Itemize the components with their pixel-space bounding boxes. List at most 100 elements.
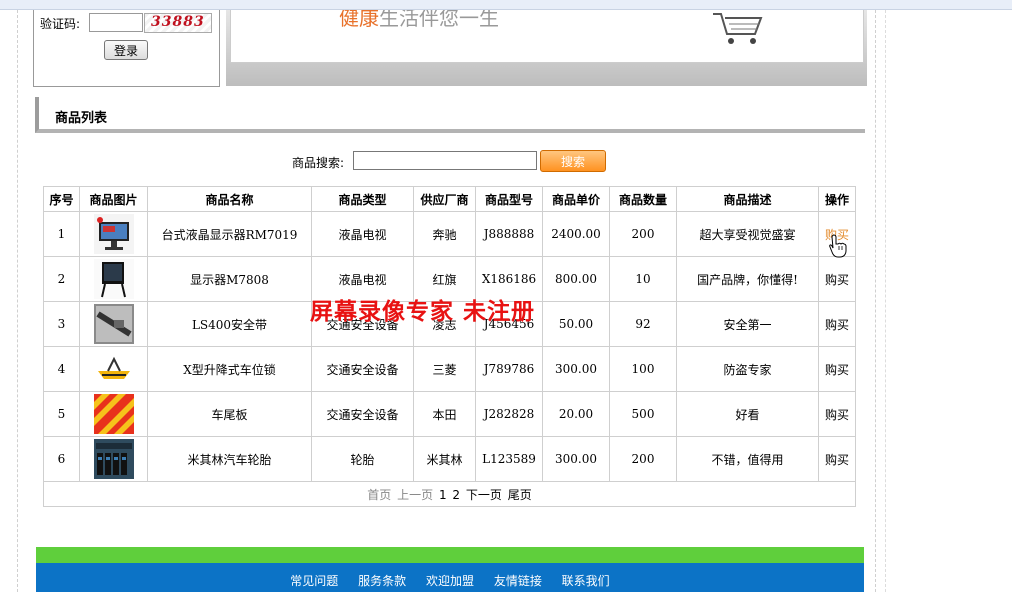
cell-vendor: 本田 (413, 391, 476, 437)
cell-name: LS400安全带 (147, 301, 312, 347)
pager-page-2[interactable]: 2 (452, 488, 460, 502)
cell-vendor: 米其林 (413, 436, 476, 482)
cell-op: 购买 (818, 256, 856, 302)
monitor-image[interactable] (93, 214, 134, 254)
buy-link[interactable]: 购买 (825, 453, 849, 467)
display-image[interactable] (93, 259, 134, 299)
buy-link[interactable]: 购买 (825, 363, 849, 377)
watermark-text: 屏幕录像专家 未注册 (310, 298, 536, 325)
cell-name: 显示器M7808 (147, 256, 312, 302)
cell-desc: 安全第一 (676, 301, 819, 347)
captcha-code: 33883 (151, 14, 205, 30)
page-border-left (17, 10, 18, 592)
cell-model: J789786 (475, 346, 543, 392)
col-header-name: 商品名称 (147, 186, 312, 212)
login-button[interactable]: 登录 (104, 40, 148, 60)
cell-type: 交通安全设备 (311, 391, 414, 437)
cell-op: 购买 (818, 301, 856, 347)
col-header-model: 商品型号 (475, 186, 543, 212)
pager-page-1: 1 (438, 487, 447, 502)
pager: 首页 上一页 1 2 下一页 尾页 (43, 481, 856, 507)
table-row: 1 台式液晶显示器RM7019 液晶电视 奔驰 J888888 2400.00 … (43, 211, 856, 257)
captcha-label: 验证码: (40, 17, 81, 31)
cell-price: 20.00 (542, 391, 610, 437)
cell-type: 液晶电视 (311, 211, 414, 257)
captcha-image[interactable]: 33883 (144, 13, 212, 33)
footer-link-friends[interactable]: 友情链接 (494, 574, 542, 588)
cell-model: L123589 (475, 436, 543, 482)
tire-image[interactable] (93, 439, 134, 479)
cell-no: 5 (43, 391, 80, 437)
pager-first[interactable]: 首页 (367, 488, 391, 502)
footer-link-faq[interactable]: 常见问题 (290, 574, 338, 588)
cell-image (79, 346, 148, 392)
parking-lock-image[interactable] (93, 349, 134, 389)
cell-no: 2 (43, 256, 80, 302)
cell-desc: 不错，值得用 (676, 436, 819, 482)
search-input[interactable] (353, 151, 537, 170)
cell-image (79, 436, 148, 482)
cell-vendor: 三菱 (413, 346, 476, 392)
login-panel: 验证码: 33883 登录 (33, 10, 220, 87)
cell-qty: 92 (609, 301, 677, 347)
cell-name: 米其林汽车轮胎 (147, 436, 312, 482)
cell-price: 300.00 (542, 436, 610, 482)
cell-price: 2400.00 (542, 211, 610, 257)
search-button[interactable]: 搜索 (540, 150, 606, 172)
captcha-input[interactable] (89, 13, 143, 32)
browser-top-strip (0, 0, 1012, 10)
cell-vendor: 奔驰 (413, 211, 476, 257)
cell-qty: 500 (609, 391, 677, 437)
rear-plate-image[interactable] (93, 394, 134, 434)
cell-image (79, 391, 148, 437)
pager-last[interactable]: 尾页 (508, 488, 532, 502)
footer-link-contact[interactable]: 联系我们 (562, 574, 610, 588)
section-title: 商品列表 (55, 111, 108, 126)
pager-row: 首页 上一页 1 2 下一页 尾页 (43, 481, 856, 507)
section-header: 商品列表 (35, 97, 865, 133)
page-border-right (875, 10, 876, 592)
cell-no: 6 (43, 436, 80, 482)
cell-price: 50.00 (542, 301, 610, 347)
table-row: 6 米其林汽车轮胎 轮胎 米其林 L123589 300.00 200 不错，值… (43, 436, 856, 482)
hand-cursor-icon (829, 234, 847, 258)
cell-no: 4 (43, 346, 80, 392)
cell-desc: 国产品牌，你懂得! (676, 256, 819, 302)
cell-name: 台式液晶显示器RM7019 (147, 211, 312, 257)
pager-next[interactable]: 下一页 (466, 488, 502, 502)
cell-price: 300.00 (542, 346, 610, 392)
table-row: 5 车尾板 交通安全设备 本田 J282828 20.00 500 好看 购买 (43, 391, 856, 437)
table-header-row: 序号 商品图片 商品名称 商品类型 供应厂商 商品型号 商品单价 商品数量 商品… (43, 186, 856, 212)
cell-model: J282828 (475, 391, 543, 437)
cell-price: 800.00 (542, 256, 610, 302)
footer-links: 常见问题 服务条款 欢迎加盟 友情链接 联系我们 (36, 572, 864, 589)
cell-op: 购买 (818, 346, 856, 392)
cell-desc: 防盗专家 (676, 346, 819, 392)
buy-link[interactable]: 购买 (825, 408, 849, 422)
shopping-cart-icon (713, 13, 763, 44)
cell-qty: 200 (609, 211, 677, 257)
cell-op: 购买 (818, 391, 856, 437)
buy-link[interactable]: 购买 (825, 318, 849, 332)
cell-desc: 好看 (676, 391, 819, 437)
col-header-qty: 商品数量 (609, 186, 677, 212)
buy-link[interactable]: 购买 (825, 273, 849, 287)
pager-prev[interactable]: 上一页 (397, 488, 433, 502)
col-header-image: 商品图片 (79, 186, 148, 212)
col-header-vendor: 供应厂商 (413, 186, 476, 212)
cell-desc: 超大享受视觉盛宴 (676, 211, 819, 257)
cell-type: 轮胎 (311, 436, 414, 482)
cell-qty: 200 (609, 436, 677, 482)
search-label: 商品搜索: (292, 156, 345, 170)
col-header-no: 序号 (43, 186, 80, 212)
footer-link-join[interactable]: 欢迎加盟 (426, 574, 474, 588)
cell-type: 交通安全设备 (311, 346, 414, 392)
footer: 常见问题 服务条款 欢迎加盟 友情链接 联系我们 (36, 563, 864, 592)
banner-slogan: 健康生活伴您一生 (339, 10, 499, 30)
product-table: 序号 商品图片 商品名称 商品类型 供应厂商 商品型号 商品单价 商品数量 商品… (43, 186, 856, 507)
footer-link-terms[interactable]: 服务条款 (358, 574, 406, 588)
cell-qty: 10 (609, 256, 677, 302)
cell-name: 车尾板 (147, 391, 312, 437)
col-header-desc: 商品描述 (676, 186, 819, 212)
seatbelt-image[interactable] (93, 304, 134, 344)
